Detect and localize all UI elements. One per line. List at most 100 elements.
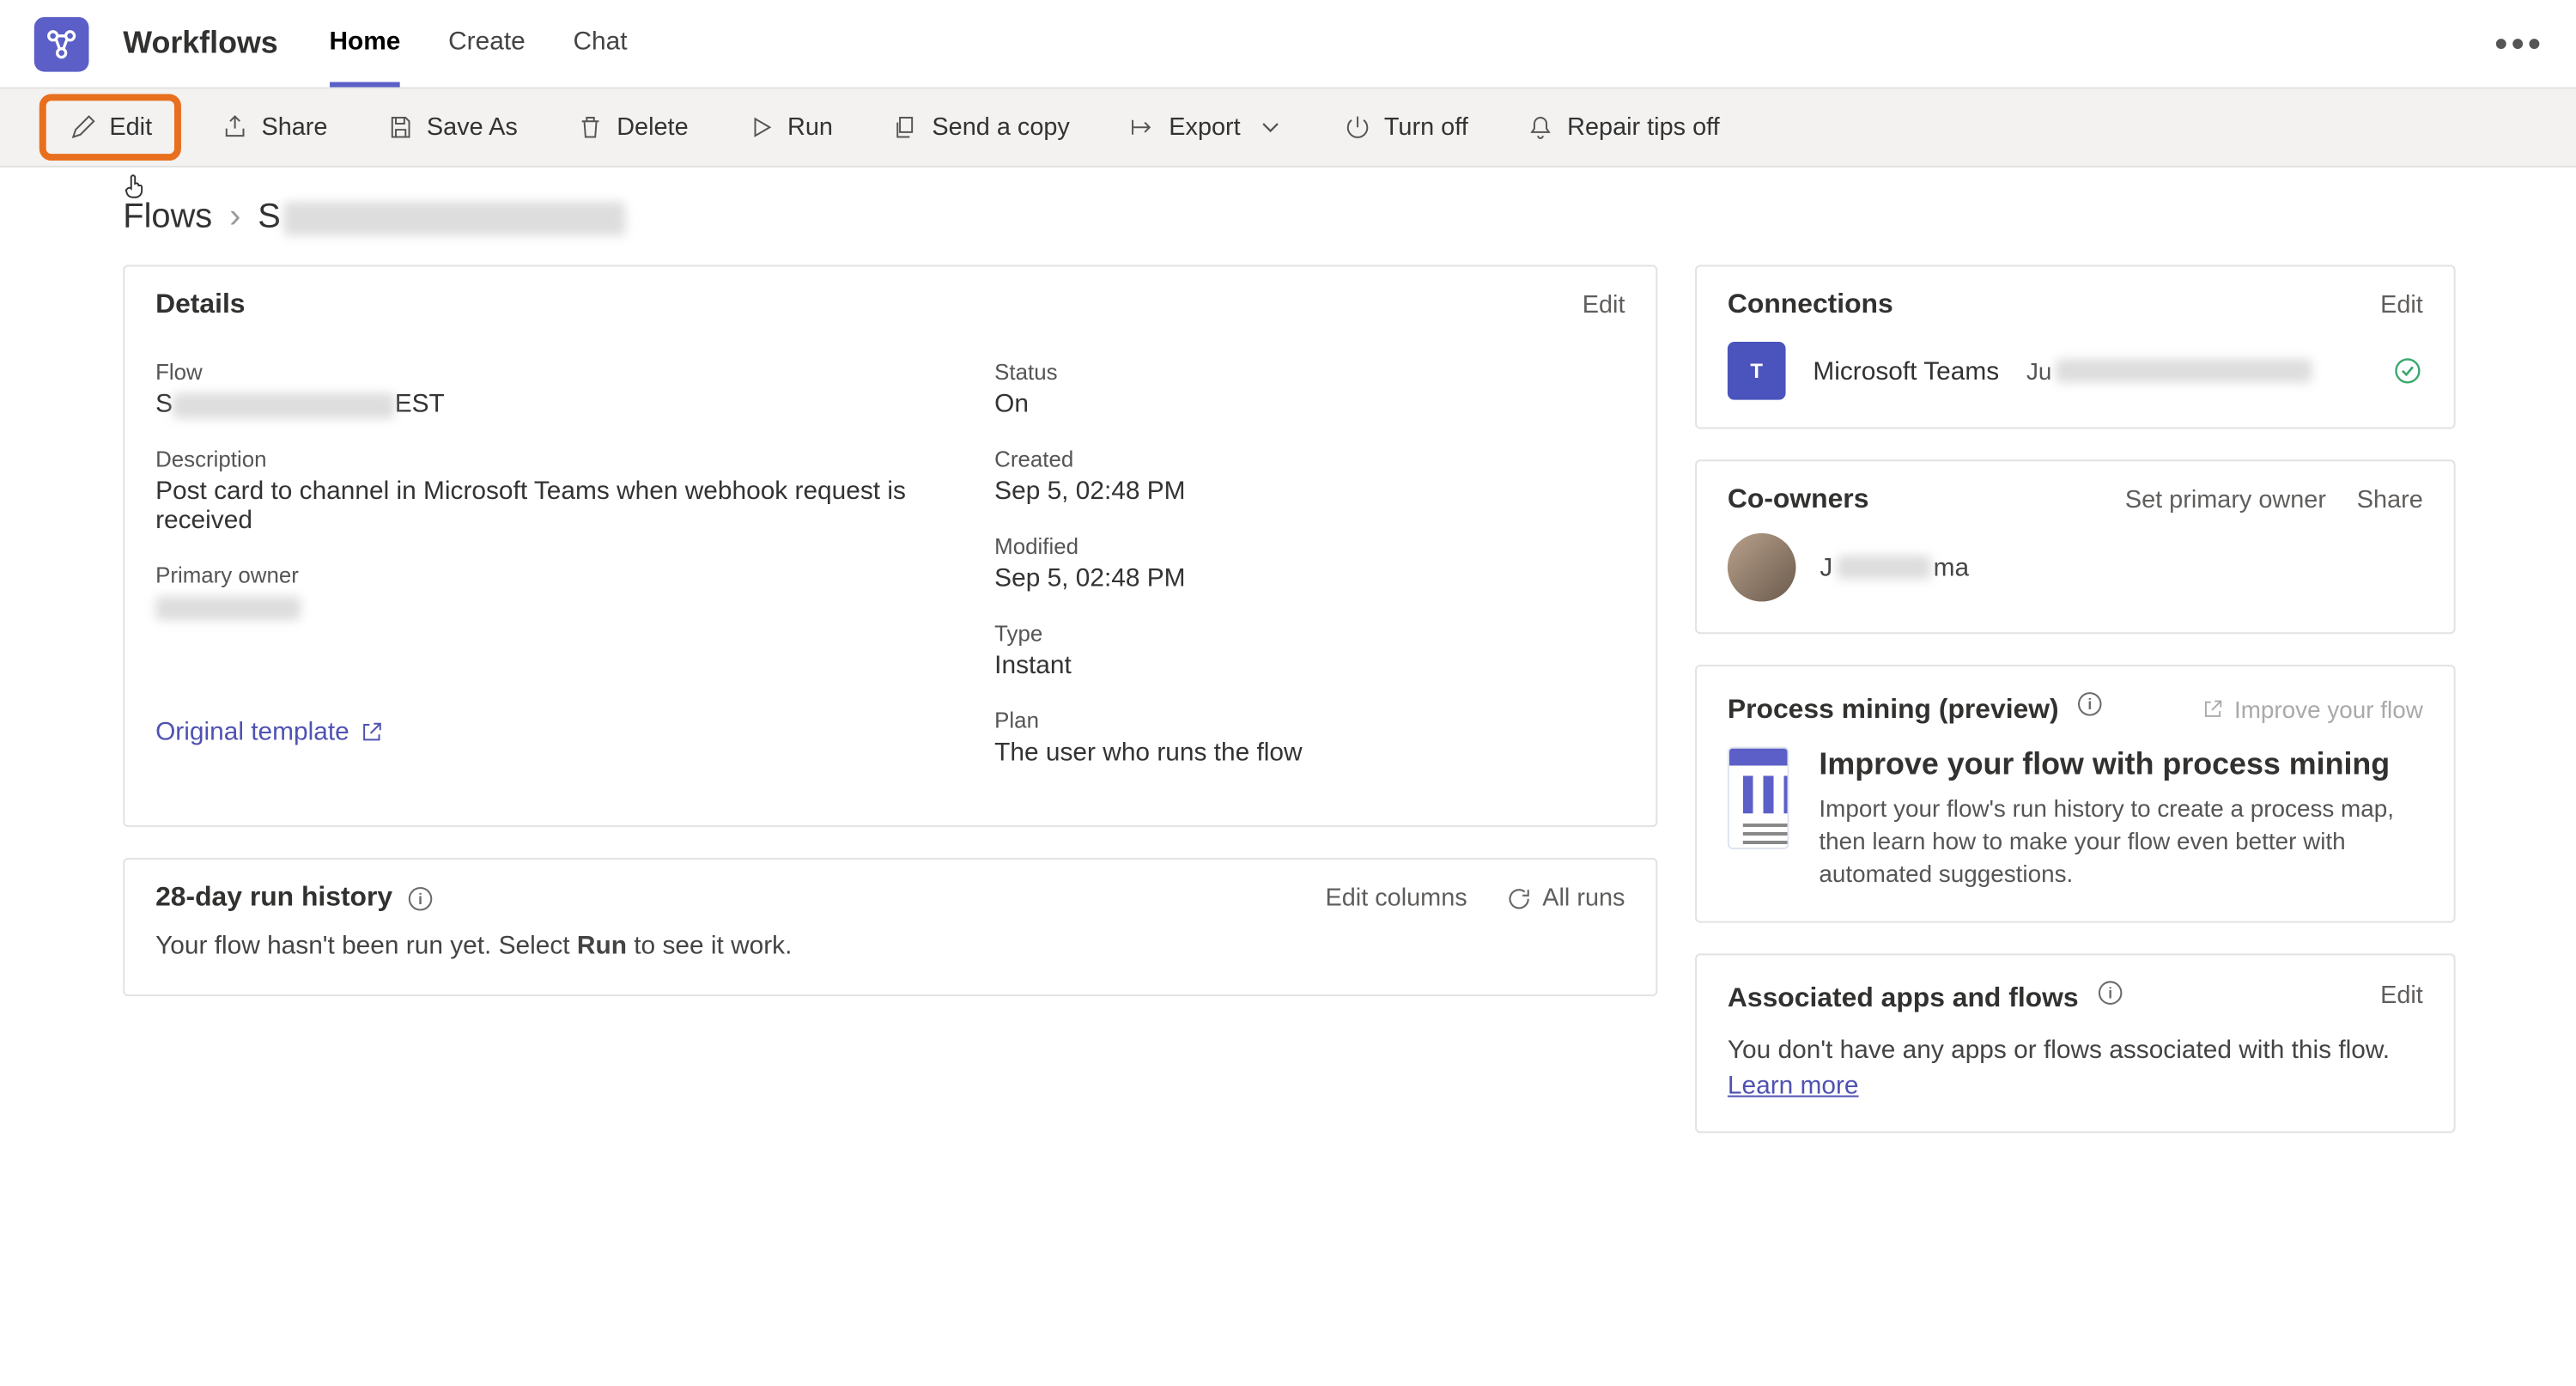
save-as-button[interactable]: Save As [375, 106, 528, 149]
app-header: Workflows Home Create Chat ••• [0, 0, 2576, 88]
send-copy-button[interactable]: Send a copy [881, 106, 1080, 149]
open-new-window-icon [2200, 696, 2224, 720]
copy-icon [891, 112, 920, 142]
edit-columns-link[interactable]: Edit columns [1325, 885, 1467, 913]
run-button[interactable]: Run [736, 106, 843, 149]
app-brand: Workflows [123, 26, 277, 62]
set-primary-owner-link[interactable]: Set primary owner [2125, 487, 2326, 514]
tab-chat[interactable]: Chat [573, 0, 627, 87]
export-button-label: Export [1169, 113, 1240, 141]
left-column: Details Edit Flow SEST Description Post … [123, 264, 1657, 996]
redacted-text [2055, 359, 2312, 383]
process-mining-title-text: Process mining (preview) [1728, 696, 2059, 725]
connections-card: Connections Edit T Microsoft Teams Ju [1695, 264, 2456, 429]
share-button[interactable]: Share [210, 106, 338, 149]
power-icon [1343, 112, 1372, 142]
connection-row[interactable]: T Microsoft Teams Ju [1697, 325, 2454, 427]
bell-icon [1526, 112, 1555, 142]
run-history-title-text: 28-day run history [155, 884, 392, 915]
coowners-share-link[interactable]: Share [2357, 487, 2423, 514]
original-template-link[interactable]: Original template [155, 718, 385, 747]
flow-value: S EST [155, 390, 926, 419]
breadcrumb-root[interactable]: Flows [123, 198, 212, 238]
learn-more-link[interactable]: Learn more [1697, 1071, 1889, 1131]
type-value: Instant [994, 651, 1625, 680]
refresh-icon [1504, 885, 1532, 913]
info-icon[interactable]: i [2076, 690, 2104, 718]
delete-button[interactable]: Delete [566, 106, 699, 149]
tab-create[interactable]: Create [448, 0, 526, 87]
created-value: Sep 5, 02:48 PM [994, 477, 1625, 506]
flow-label: Flow [155, 359, 926, 385]
breadcrumb-current-prefix: S [258, 198, 281, 238]
run-history-message: Your flow hasn't been run yet. Select Ru… [125, 921, 1656, 995]
process-mining-card: Process mining (preview) i Improve your … [1695, 665, 2456, 922]
more-icon[interactable]: ••• [2494, 21, 2544, 66]
plan-value: The user who runs the flow [994, 739, 1625, 768]
redacted-text [155, 597, 301, 621]
associated-title: Associated apps and flows i [1728, 979, 2123, 1015]
run-history-title: 28-day run history i [155, 884, 434, 915]
coowners-title: Co-owners [1728, 485, 1869, 516]
flow-value-prefix: S [155, 390, 173, 419]
repair-tips-off-button-label: Repair tips off [1567, 113, 1720, 141]
svg-text:i: i [2108, 984, 2112, 1001]
process-mining-title: Process mining (preview) i [1728, 690, 2104, 726]
process-mining-desc: Import your flow's run history to create… [1819, 793, 2422, 890]
redacted-text [284, 201, 626, 235]
all-runs-link[interactable]: All runs [1504, 885, 1625, 913]
tab-home[interactable]: Home [329, 0, 400, 87]
status-label: Status [994, 359, 1625, 385]
edit-button[interactable]: Edit [48, 102, 173, 152]
right-column: Connections Edit T Microsoft Teams Ju Co… [1695, 264, 2456, 1132]
associated-message: You don't have any apps or flows associa… [1697, 1018, 2454, 1071]
description-label: Description [155, 446, 926, 471]
primary-owner-label: Primary owner [155, 562, 926, 588]
coowner-row[interactable]: J ma [1697, 520, 2454, 632]
info-icon[interactable]: i [406, 885, 434, 913]
command-bar: Edit Share Save As Delete Run Send a cop… [0, 88, 2576, 167]
details-edit-link[interactable]: Edit [1583, 292, 1625, 319]
pencil-icon [69, 112, 98, 142]
info-icon[interactable]: i [2096, 979, 2123, 1006]
plan-label: Plan [994, 708, 1625, 733]
redacted-text [1836, 556, 1929, 580]
export-button[interactable]: Export [1118, 106, 1296, 149]
redacted-text [173, 392, 395, 418]
chevron-down-icon [1256, 112, 1285, 142]
coowner-name-suffix: ma [1934, 553, 1969, 582]
save-as-icon [386, 112, 415, 142]
description-value: Post card to channel in Microsoft Teams … [155, 477, 926, 535]
associated-title-text: Associated apps and flows [1728, 984, 2079, 1013]
svg-text:i: i [418, 891, 422, 908]
run-button-label: Run [787, 113, 833, 141]
main-content: Details Edit Flow SEST Description Post … [0, 252, 2576, 1184]
run-history-msg-post: to see it work. [627, 932, 792, 961]
connections-title: Connections [1728, 290, 1893, 321]
repair-tips-off-button[interactable]: Repair tips off [1516, 106, 1729, 149]
app-logo [34, 16, 89, 71]
improve-your-flow-link[interactable]: Improve your flow [2200, 695, 2423, 722]
flow-value-suffix: EST [395, 390, 445, 419]
process-mining-illustration [1728, 747, 1789, 849]
delete-button-label: Delete [617, 113, 688, 141]
checkmark-circle-icon [2392, 356, 2423, 386]
turn-off-button-label: Turn off [1384, 113, 1468, 141]
share-icon [221, 112, 250, 142]
details-card: Details Edit Flow SEST Description Post … [123, 264, 1657, 827]
primary-owner-value [155, 593, 926, 623]
edit-button-label: Edit [109, 113, 152, 141]
connection-name: Microsoft Teams [1813, 356, 1999, 386]
coowners-card: Co-owners Set primary owner Share J ma [1695, 459, 2456, 634]
created-label: Created [994, 446, 1625, 471]
all-runs-label: All runs [1542, 885, 1625, 913]
connection-account: Ju [2026, 357, 2312, 385]
run-history-msg-bold: Run [577, 932, 627, 961]
share-button-label: Share [261, 113, 327, 141]
trash-icon [575, 112, 605, 142]
run-history-msg-pre: Your flow hasn't been run yet. Select [155, 932, 577, 961]
export-icon [1128, 112, 1157, 142]
turn-off-button[interactable]: Turn off [1333, 106, 1478, 149]
associated-edit-link[interactable]: Edit [2380, 983, 2423, 1011]
connections-edit-link[interactable]: Edit [2380, 292, 2423, 319]
